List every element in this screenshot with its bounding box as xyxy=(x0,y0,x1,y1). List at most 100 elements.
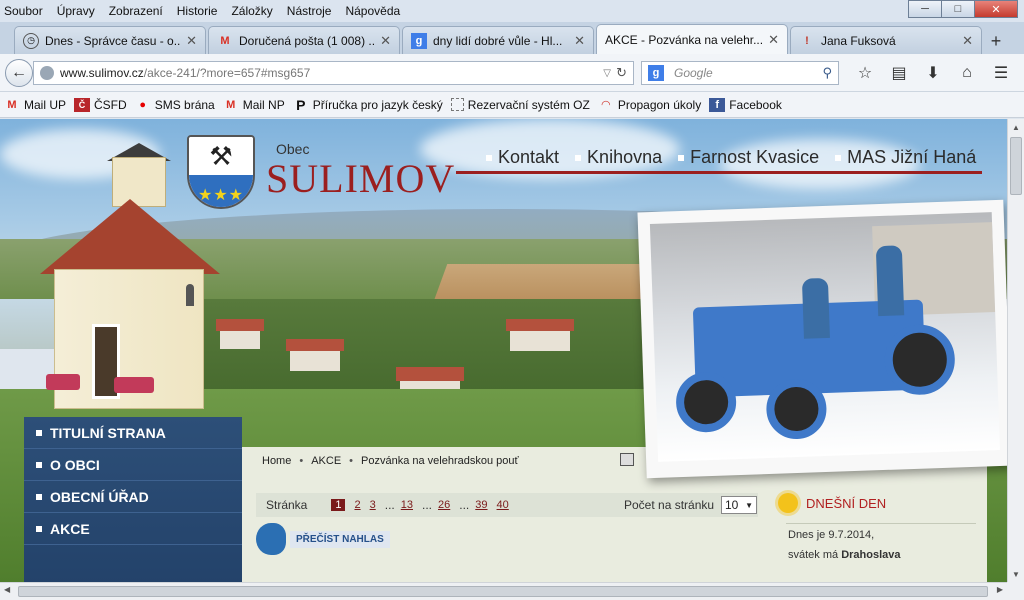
page-13[interactable]: 13 xyxy=(401,499,413,511)
nav-farnost[interactable]: Farnost Kvasice xyxy=(678,147,819,168)
print-icon[interactable] xyxy=(620,453,634,466)
nav-knihovna[interactable]: Knihovna xyxy=(575,147,662,168)
scroll-down-icon[interactable]: ▼ xyxy=(1008,566,1024,582)
menu-tools[interactable]: Nástroje xyxy=(287,4,332,18)
home-icon[interactable]: ⌂ xyxy=(950,62,984,84)
page-39[interactable]: 39 xyxy=(475,499,487,511)
sidebar-item-urad[interactable]: OBECNÍ ÚŘAD xyxy=(24,481,242,513)
tab-label: Doručená pošta (1 008) ... xyxy=(239,33,375,48)
bookmark-prirucka[interactable]: P Příručka pro jazyk český xyxy=(293,97,443,113)
google-icon: g xyxy=(648,65,664,81)
breadcrumb-akce[interactable]: AKCE xyxy=(311,455,341,467)
google-icon: g xyxy=(411,32,427,49)
scroll-thumb[interactable] xyxy=(18,586,988,597)
globe-icon xyxy=(40,66,54,80)
bookmark-label: Mail UP xyxy=(24,97,67,112)
search-bar[interactable]: g Google ⚲ xyxy=(641,61,839,85)
magnifier-icon[interactable]: ⚲ xyxy=(822,65,832,81)
per-page-select[interactable]: 10 ▼ xyxy=(721,496,757,514)
tab-dnes[interactable]: ◷ Dnes - Správce času - o... ✕ xyxy=(14,26,206,54)
download-icon[interactable]: ⬇ xyxy=(916,62,950,84)
sidebar-item-o-obci[interactable]: O OBCI xyxy=(24,449,242,481)
bookmark-sms[interactable]: ● SMS brána xyxy=(135,98,214,112)
maximize-button[interactable]: □ xyxy=(941,0,975,18)
wheel xyxy=(765,378,828,441)
stars-icon: ★★★ xyxy=(189,175,253,207)
page-2[interactable]: 2 xyxy=(354,499,360,511)
gmail-icon: M xyxy=(220,34,230,47)
read-aloud-label: PŘEČÍST NAHLAS xyxy=(290,530,390,548)
sidebar-item-label: O OBCI xyxy=(50,456,100,473)
sidebar-item-akce[interactable]: AKCE xyxy=(24,513,242,545)
page-1[interactable]: 1 xyxy=(331,499,346,511)
close-tab-icon[interactable]: ✕ xyxy=(768,32,779,48)
minimize-button[interactable]: ─ xyxy=(908,0,942,18)
page-3[interactable]: 3 xyxy=(370,499,376,511)
tab-gmail[interactable]: M Doručená pošta (1 008) ... ✕ xyxy=(208,26,400,54)
breadcrumb-home[interactable]: Home xyxy=(262,455,291,467)
bookmark-facebook[interactable]: f Facebook xyxy=(709,97,782,112)
back-button[interactable]: ← xyxy=(5,59,33,87)
menu-view[interactable]: Zobrazení xyxy=(109,4,163,18)
house xyxy=(220,329,260,349)
menu-icon[interactable]: ☰ xyxy=(984,62,1018,84)
today-nameday: svátek má Drahoslava xyxy=(788,545,976,565)
bookmark-csfd[interactable]: Č ČSFD xyxy=(74,97,127,112)
bookmarks-list-icon[interactable]: ▤ xyxy=(882,62,916,84)
scrollbar-corner xyxy=(1007,582,1024,600)
close-window-button[interactable]: ✕ xyxy=(974,0,1018,18)
scroll-left-icon[interactable]: ◀ xyxy=(4,585,10,594)
bookmark-propagon[interactable]: ◠ Propagon úkoly xyxy=(598,98,702,112)
menu-help[interactable]: Nápověda xyxy=(345,4,400,18)
new-tab-button[interactable]: + xyxy=(984,28,1008,54)
close-tab-icon[interactable]: ✕ xyxy=(962,33,973,49)
url-bar[interactable]: www.sulimov.cz /akce-241/?more=657#msg65… xyxy=(33,61,634,85)
scroll-up-icon[interactable]: ▲ xyxy=(1008,119,1024,135)
bookmark-rezervace[interactable]: Rezervační systém OZ xyxy=(450,98,590,112)
menu-bookmarks[interactable]: Záložky xyxy=(231,4,272,18)
menu-edit[interactable]: Úpravy xyxy=(57,4,95,18)
divider xyxy=(786,523,976,524)
search-engine-button[interactable]: g xyxy=(642,62,670,84)
menu-history[interactable]: Historie xyxy=(177,4,218,18)
scroll-right-icon[interactable]: ▶ xyxy=(997,585,1003,594)
read-aloud-button[interactable]: PŘEČÍST NAHLAS xyxy=(256,523,390,555)
page-26[interactable]: 26 xyxy=(438,499,450,511)
pagination: Stránka 1 2 3 ... 13 ... 26 ... 39 40 Po… xyxy=(256,493,758,517)
toolbar-icons: ☆ ▤ ⬇ ⌂ ☰ xyxy=(848,62,1018,84)
tab-akce[interactable]: AKCE - Pozvánka na velehr... ✕ xyxy=(596,24,788,54)
sun-icon xyxy=(778,493,798,513)
tab-google[interactable]: g dny lidí dobré vůle - Hl... ✕ xyxy=(402,26,594,54)
close-tab-icon[interactable]: ✕ xyxy=(574,33,585,49)
bookmark-mail-np[interactable]: M Mail NP xyxy=(223,98,285,112)
tab-jana[interactable]: ! Jana Fuksová ✕ xyxy=(790,26,982,54)
nav-kontakt[interactable]: Kontakt xyxy=(486,147,559,168)
site-title[interactable]: SULIMOV xyxy=(266,155,455,202)
page-ellipsis: ... xyxy=(422,498,433,512)
menu-file[interactable]: Soubor xyxy=(4,4,43,18)
gmail-icon: M xyxy=(226,98,236,111)
pagination-label: Stránka xyxy=(266,498,308,512)
coat-of-arms-logo[interactable]: ⚒ ★★★ xyxy=(187,135,255,209)
reload-icon[interactable]: ↻ xyxy=(616,65,627,81)
search-placeholder: Google xyxy=(674,66,713,80)
bookmark-mail-up[interactable]: M Mail UP xyxy=(4,98,66,112)
vertical-scrollbar[interactable]: ▲ ▼ xyxy=(1007,119,1024,582)
dropdown-arrow-icon[interactable]: ▽ xyxy=(603,68,611,79)
scroll-thumb[interactable] xyxy=(1010,137,1022,195)
per-page-label: Počet na stránku xyxy=(624,498,715,512)
tractor-photo[interactable] xyxy=(637,199,1007,479)
breadcrumb-separator: • xyxy=(299,455,304,467)
nav-mas[interactable]: MAS Jižní Haná xyxy=(835,147,976,168)
close-tab-icon[interactable]: ✕ xyxy=(380,33,391,49)
nav-label: MAS Jižní Haná xyxy=(847,147,977,167)
today-date: Dnes je 9.7.2014, xyxy=(788,529,875,541)
close-tab-icon[interactable]: ✕ xyxy=(186,33,197,49)
tab-label: dny lidí dobré vůle - Hl... xyxy=(433,33,563,48)
house xyxy=(290,349,340,371)
horizontal-scrollbar[interactable]: ◀ ▶ xyxy=(0,582,1007,600)
tab-label: Dnes - Správce času - o... xyxy=(45,33,181,48)
page-40[interactable]: 40 xyxy=(497,499,509,511)
sidebar-item-titulni[interactable]: TITULNÍ STRANA xyxy=(24,417,242,449)
star-icon[interactable]: ☆ xyxy=(848,62,882,84)
